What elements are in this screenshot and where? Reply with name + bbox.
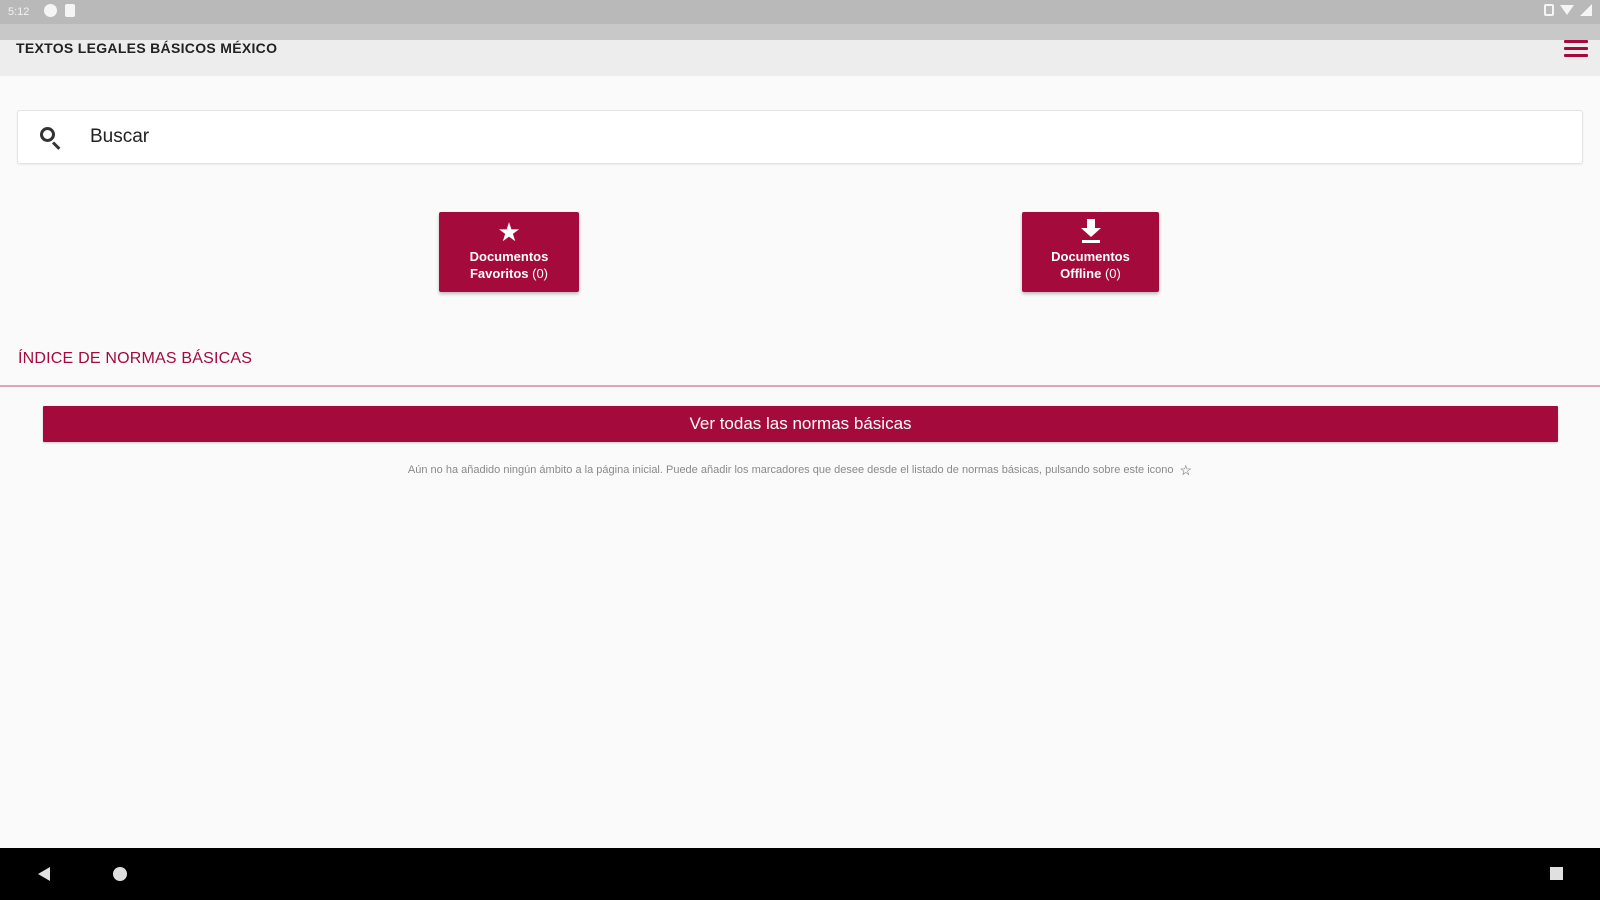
status-bar: 5:12 bbox=[0, 0, 1600, 24]
search-bar[interactable] bbox=[17, 110, 1583, 164]
favorites-count: (0) bbox=[532, 266, 549, 281]
recent-apps-icon[interactable] bbox=[1550, 867, 1563, 880]
wifi-icon bbox=[1560, 5, 1574, 15]
favorite-documents-button[interactable]: ★ Documentos Favoritos (0) bbox=[439, 212, 579, 292]
favorites-label-line1: Documentos bbox=[469, 249, 549, 264]
app-bar: TEXTOS LEGALES BÁSICOS MÉXICO bbox=[0, 24, 1600, 76]
status-system-icons bbox=[1544, 4, 1592, 16]
empty-state-text: Aún no ha añadido ningún ámbito a la pág… bbox=[407, 464, 1174, 476]
signal-icon bbox=[1580, 4, 1592, 16]
search-icon bbox=[38, 125, 62, 150]
battery-icon bbox=[1544, 4, 1554, 16]
offline-count: (0) bbox=[1104, 266, 1121, 281]
sd-card-icon bbox=[65, 4, 75, 17]
favorites-label-line2: Favoritos (0) bbox=[469, 266, 549, 281]
app-title: TEXTOS LEGALES BÁSICOS MÉXICO bbox=[16, 40, 278, 56]
home-icon[interactable] bbox=[113, 867, 127, 881]
index-section-title: ÍNDICE DE NORMAS BÁSICAS bbox=[18, 350, 253, 367]
offline-documents-button[interactable]: Documentos Offline (0) bbox=[1022, 212, 1159, 292]
status-notification-icons bbox=[44, 4, 75, 17]
view-all-norms-button[interactable]: Ver todas las normas básicas bbox=[43, 406, 1558, 442]
notification-icon bbox=[44, 4, 57, 17]
search-input[interactable] bbox=[90, 126, 1490, 148]
back-icon[interactable] bbox=[38, 867, 50, 881]
empty-state-note: Aún no ha añadido ningún ámbito a la pág… bbox=[0, 462, 1600, 479]
hamburger-menu-icon[interactable] bbox=[1564, 40, 1588, 60]
star-icon: ★ bbox=[497, 217, 521, 247]
section-divider bbox=[0, 385, 1600, 387]
offline-label-line2: Offline (0) bbox=[1060, 266, 1121, 281]
offline-label-line1: Documentos bbox=[1051, 249, 1130, 264]
star-outline-icon: ☆ bbox=[1179, 462, 1193, 478]
system-navigation-bar bbox=[0, 848, 1600, 900]
status-time: 5:12 bbox=[8, 6, 30, 18]
download-icon bbox=[1080, 218, 1102, 246]
